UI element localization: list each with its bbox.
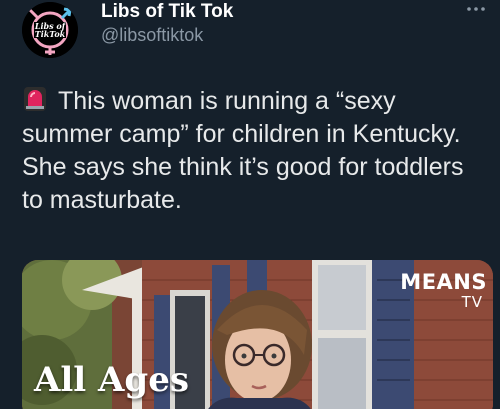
tweet-card: Libs of TikTok Libs of Tik Tok @libsofti…: [0, 0, 500, 409]
more-options-icon[interactable]: [464, 0, 488, 18]
police-siren-icon: [22, 86, 48, 112]
tweet-body: This woman is running a “sexy summer cam…: [22, 85, 482, 217]
avatar-logo-icon: Libs of TikTok: [22, 2, 78, 58]
video-caption: All Ages: [34, 360, 189, 400]
watermark-brand: MEANS: [400, 270, 487, 294]
avatar[interactable]: Libs of TikTok: [22, 2, 78, 58]
svg-text:TikTok: TikTok: [35, 29, 66, 39]
tweet-text: This woman is running a “sexy summer cam…: [22, 87, 464, 214]
watermark-suffix: TV: [461, 293, 483, 311]
video-thumbnail[interactable]: All Ages MEANS TV: [22, 260, 493, 409]
author-handle[interactable]: @libsoftiktok: [101, 25, 203, 46]
author-display-name[interactable]: Libs of Tik Tok: [101, 1, 233, 23]
